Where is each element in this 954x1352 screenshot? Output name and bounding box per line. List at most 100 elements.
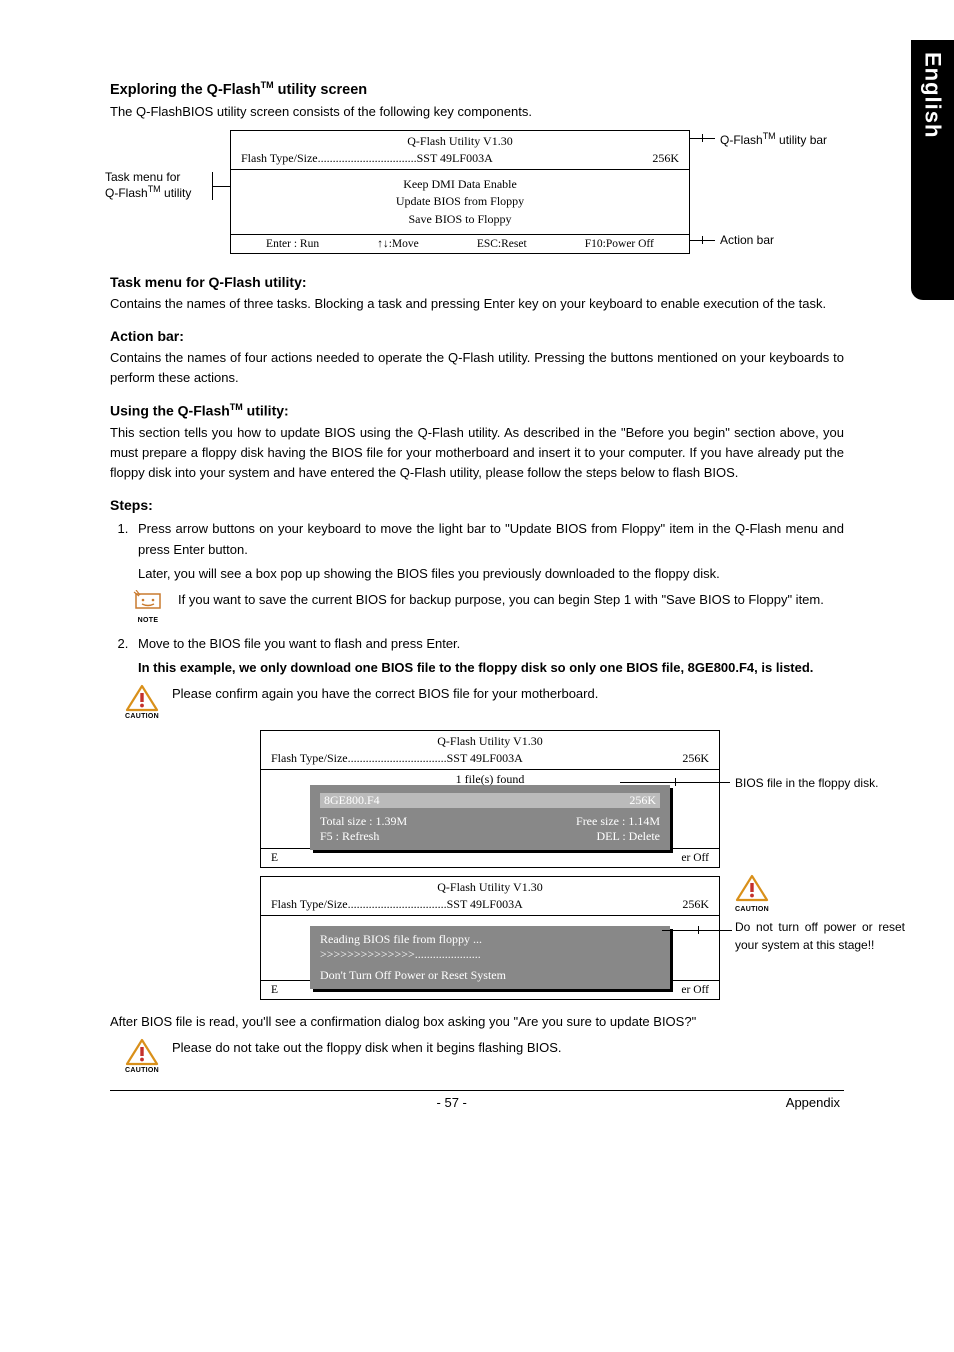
flash-row: Flash Type/Size.........................… [261, 750, 719, 769]
callout-line1: Task menu for [105, 170, 180, 184]
caution-icon: CAUTION [122, 684, 162, 720]
caution-label: CAUTION [122, 713, 162, 720]
p-task: Contains the names of three tasks. Block… [110, 294, 844, 314]
step-1: Press arrow buttons on your keyboard to … [132, 519, 844, 583]
heading-using-b: utility: [243, 403, 289, 419]
footer-section: Appendix [786, 1095, 840, 1110]
flash-type: Flash Type/Size.........................… [271, 897, 639, 912]
p-using: This section tells you how to update BIO… [110, 423, 844, 483]
total-size: Total size : 1.39M [320, 814, 407, 829]
heading-text: Exploring the Q-Flash [110, 82, 261, 98]
callout-task-menu: Task menu for Q-FlashTM utility [105, 170, 220, 200]
menu-item-2: Update BIOS from Floppy [231, 193, 689, 210]
footer-spacer [114, 1095, 118, 1110]
callout-utility-bar: Q-FlashTM utility bar [720, 131, 827, 147]
caution-text-1: Please confirm again you have the correc… [172, 684, 844, 704]
lead-line [662, 930, 732, 931]
popup-box: Reading BIOS file from floppy ... >>>>>>… [310, 926, 670, 989]
menu-item-3: Save BIOS to Floppy [231, 211, 689, 228]
steps-list-2: Move to the BIOS file you want to flash … [132, 634, 844, 678]
action-left-trunc: E [271, 852, 278, 864]
keys-row: F5 : Refresh DEL : Delete [320, 829, 660, 844]
tm-mark: TM [261, 80, 274, 90]
reading-text: Reading BIOS file from floppy ... [320, 932, 660, 947]
action-f10: F10:Power Off [585, 238, 654, 250]
free-size: Free size : 1.14M [576, 814, 660, 829]
p-action: Contains the names of four actions neede… [110, 348, 844, 388]
action-enter: Enter : Run [266, 238, 319, 250]
action-right-trunc: er Off [681, 852, 709, 864]
heading-suffix: utility screen [274, 82, 367, 98]
side-caution-text: Do not turn off power or reset your syst… [735, 918, 905, 954]
lead-line [702, 134, 703, 142]
intro-text: The Q-FlashBIOS utility screen consists … [110, 102, 844, 122]
after-text: After BIOS file is read, you'll see a co… [110, 1012, 844, 1032]
callout-line2a: Q-Flash [105, 186, 148, 200]
lead-line [212, 186, 230, 187]
flash-type: Flash Type/Size.........................… [241, 151, 609, 166]
f5-key: F5 : Refresh [320, 829, 379, 844]
heading-using: Using the Q-FlashTM utility: [110, 402, 844, 419]
heading-steps: Steps: [110, 497, 844, 513]
size-row: Total size : 1.39M Free size : 1.14M [320, 814, 660, 829]
figure-2: Q-Flash Utility V1.30 Flash Type/Size...… [110, 730, 844, 870]
caution-label: CAUTION [122, 1067, 162, 1074]
language-tab: English [911, 40, 954, 300]
lead-line [675, 778, 676, 786]
callout-text-a: Q-Flash [720, 133, 763, 147]
callout-bios-file: BIOS file in the floppy disk. [735, 774, 905, 792]
lead-line [698, 926, 699, 934]
qflash-menu: Keep DMI Data Enable Update BIOS from Fl… [231, 169, 689, 235]
note-label: NOTE [128, 617, 168, 624]
inner-region: 1 file(s) found 8GE800.F4 256K Total siz… [261, 769, 719, 849]
qflash-box-1: Q-Flash Utility V1.30 Flash Type/Size...… [230, 130, 690, 254]
flash-size: 256K [639, 897, 709, 912]
bios-size: 256K [629, 793, 656, 808]
caution-block-2: CAUTION Please do not take out the flopp… [122, 1038, 844, 1074]
action-left-trunc: E [271, 984, 278, 996]
action-move: ↑↓:Move [377, 238, 419, 250]
figure-3: Q-Flash Utility V1.30 Flash Type/Size...… [110, 876, 844, 1006]
inner-region: Reading BIOS file from floppy ... >>>>>>… [261, 915, 719, 981]
heading-exploring: Exploring the Q-FlashTM utility screen [110, 80, 844, 98]
callout-action-bar: Action bar [720, 233, 774, 247]
note-text: If you want to save the current BIOS for… [178, 590, 844, 610]
figure-1: Task menu for Q-FlashTM utility Q-Flash … [110, 130, 844, 260]
caution-label: CAUTION [735, 906, 769, 913]
flash-row: Flash Type/Size.........................… [231, 150, 689, 169]
tm-mark: TM [763, 131, 776, 141]
footer-page: - 57 - [437, 1095, 467, 1110]
page-content: Exploring the Q-FlashTM utility screen T… [110, 80, 844, 1110]
steps-list: Press arrow buttons on your keyboard to … [132, 519, 844, 583]
flash-row: Flash Type/Size.........................… [261, 896, 719, 915]
menu-item-1: Keep DMI Data Enable [231, 176, 689, 193]
note-block: NOTE If you want to save the current BIO… [128, 590, 844, 624]
del-key: DEL : Delete [596, 829, 660, 844]
flash-type: Flash Type/Size.........................… [271, 751, 639, 766]
heading-using-a: Using the Q-Flash [110, 403, 230, 419]
qflash-box-3: Q-Flash Utility V1.30 Flash Type/Size...… [260, 876, 720, 1000]
action-bar: E er Off [261, 849, 719, 867]
lead-line [702, 236, 703, 244]
popup-box: 8GE800.F4 256K Total size : 1.39M Free s… [310, 785, 670, 850]
heading-action-bar: Action bar: [110, 328, 844, 344]
flash-size: 256K [609, 151, 679, 166]
caution-icon-side: CAUTION [735, 874, 769, 913]
footer: - 57 - Appendix [110, 1095, 844, 1110]
footer-line [110, 1090, 844, 1091]
step2-text: Move to the BIOS file you want to flash … [138, 636, 460, 651]
step2-bold: In this example, we only download one BI… [138, 658, 844, 678]
progress-text: >>>>>>>>>>>>>>...................... [320, 947, 660, 962]
action-right-trunc: er Off [681, 984, 709, 996]
note-icon: NOTE [128, 590, 168, 624]
step1-text: Press arrow buttons on your keyboard to … [138, 521, 844, 556]
qflash-title: Q-Flash Utility V1.30 [231, 131, 689, 150]
qflash-box-2: Q-Flash Utility V1.30 Flash Type/Size...… [260, 730, 720, 868]
action-bar: Enter : Run ↑↓:Move ESC:Reset F10:Power … [231, 235, 689, 253]
qflash-title: Q-Flash Utility V1.30 [261, 877, 719, 896]
tm-mark: TM [230, 402, 243, 412]
action-esc: ESC:Reset [477, 238, 527, 250]
caution-block-1: CAUTION Please confirm again you have th… [122, 684, 844, 720]
qflash-title: Q-Flash Utility V1.30 [261, 731, 719, 750]
callout-text-b: utility bar [776, 133, 827, 147]
